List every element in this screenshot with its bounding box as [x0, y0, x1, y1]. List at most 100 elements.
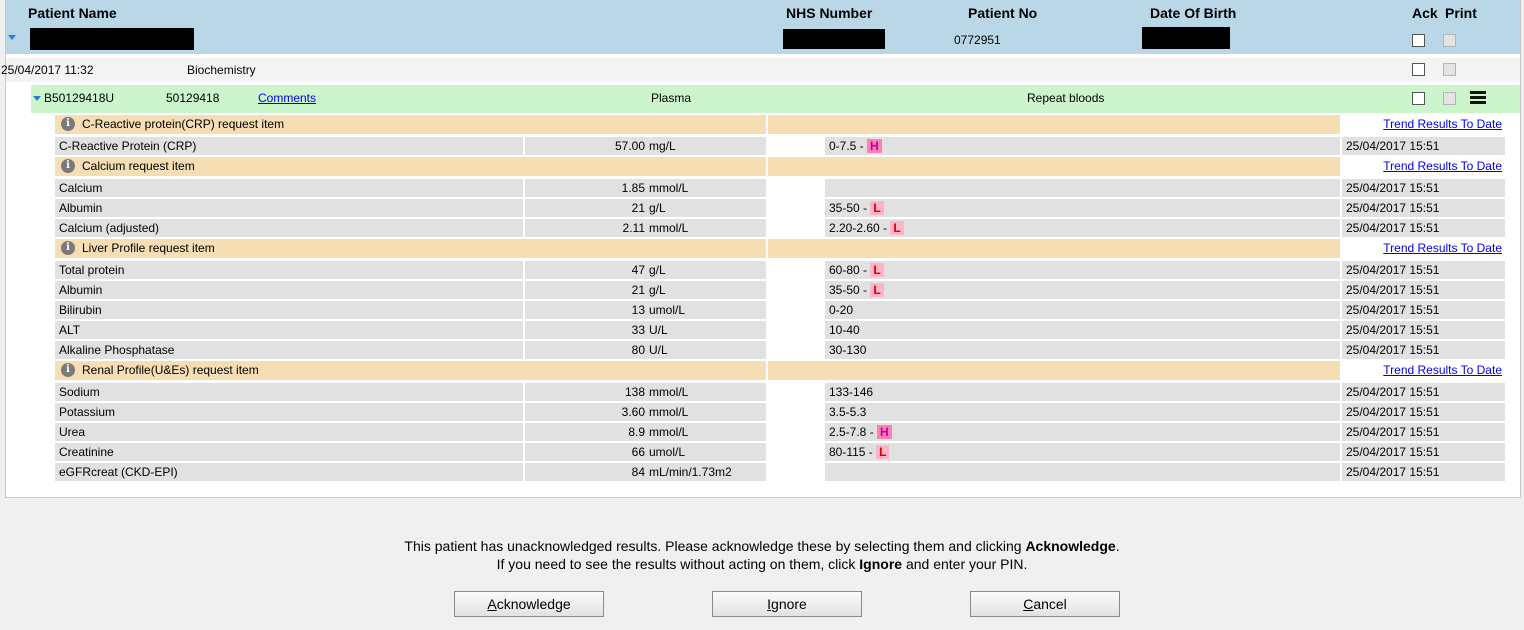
result-datetime: 25/04/2017 15:51: [1342, 261, 1505, 279]
print-checkbox-episode[interactable]: [1443, 63, 1456, 76]
request-item-label: Calcium request item: [82, 159, 195, 173]
ack-checkbox-patient[interactable]: [1412, 34, 1425, 47]
value-number: 66: [631, 445, 645, 459]
result-row: Urea 8.9 mmol/L 2.5-7.8 - H 25/04/2017 15:51: [6, 422, 1520, 442]
test-name: C-Reactive Protein (CRP): [55, 137, 523, 155]
episode-datetime: 25/04/2017 11:32: [1, 63, 94, 77]
high-flag: H: [867, 139, 882, 153]
reference-range-text: 133-146: [829, 385, 874, 399]
test-name: eGFRcreat (CKD-EPI): [55, 463, 523, 481]
specimen-number: 50129418: [166, 91, 220, 105]
reference-range-text: 80-115 -: [829, 445, 877, 459]
test-name: Total protein: [55, 261, 523, 279]
trend-results-link-text[interactable]: Trend Results To Date: [1383, 363, 1502, 377]
reference-range-text: 3.5-5.3: [829, 405, 867, 419]
trend-results-link-text[interactable]: Trend Results To Date: [1383, 159, 1502, 173]
result-datetime: 25/04/2017 15:51: [1342, 463, 1505, 481]
collapse-triangle-icon[interactable]: [33, 96, 41, 101]
test-name: Urea: [55, 423, 523, 441]
reference-range: [825, 179, 1340, 197]
info-icon[interactable]: i: [61, 159, 75, 173]
request-item-title: i Renal Profile(U&Es) request item: [55, 361, 766, 380]
ignore-button[interactable]: Ignore: [712, 591, 862, 617]
result-row: Sodium 138 mmol/L 133-146 25/04/2017 15:51: [6, 382, 1520, 402]
result-row: Alkaline Phosphatase 80 U/L 30-130 25/04/201…: [6, 340, 1520, 360]
result-row: Albumin 21 g/L 35-50 - L 25/04/2017 15:51: [6, 198, 1520, 218]
result-value: 33 U/L: [525, 321, 766, 339]
patient-no-value: 0772951: [954, 33, 1001, 47]
value-number: 80: [631, 343, 645, 357]
request-item-label: Renal Profile(U&Es) request item: [82, 363, 259, 377]
menu-icon[interactable]: [1470, 91, 1486, 105]
cancel-button[interactable]: Cancel: [970, 591, 1120, 617]
info-icon[interactable]: i: [61, 363, 75, 377]
value-number: 3.60: [621, 405, 645, 419]
test-name: Albumin: [55, 199, 523, 217]
result-datetime: 25/04/2017 15:51: [1342, 383, 1505, 401]
patient-name-label: Patient Name: [28, 5, 117, 21]
trend-results-link[interactable]: Trend Results To Date: [1342, 239, 1506, 258]
request-item-row: i Calcium request item Trend Results To Da…: [6, 156, 1520, 178]
result-row: Bilirubin 13 umol/L 0-20 25/04/2017 15:51: [6, 300, 1520, 320]
redacted-nhs-number: [783, 29, 885, 49]
result-datetime: 25/04/2017 15:51: [1342, 137, 1505, 155]
low-flag: L: [870, 263, 884, 277]
info-icon[interactable]: i: [61, 241, 75, 255]
info-icon[interactable]: i: [61, 117, 75, 131]
low-flag: L: [890, 221, 904, 235]
value-unit: g/L: [649, 283, 666, 297]
result-row: Creatinine 66 umol/L 80-115 - L 25/04/2017 1…: [6, 442, 1520, 462]
print-checkbox-specimen[interactable]: [1443, 92, 1456, 105]
result-value: 47 g/L: [525, 261, 766, 279]
reference-range: 60-80 - L: [825, 261, 1340, 279]
trend-results-link-text[interactable]: Trend Results To Date: [1383, 241, 1502, 255]
test-name: Potassium: [55, 403, 523, 421]
trend-results-link[interactable]: Trend Results To Date: [1342, 157, 1506, 176]
value-unit: mmol/L: [649, 221, 689, 235]
result-row: Total protein 47 g/L 60-80 - L 25/04/2017 15…: [6, 260, 1520, 280]
low-flag: L: [876, 445, 890, 459]
value-number: 138: [624, 385, 645, 399]
test-name: Albumin: [55, 281, 523, 299]
ack-checkbox-specimen[interactable]: [1412, 92, 1425, 105]
test-name: Calcium: [55, 179, 523, 197]
value-number: 2.11: [622, 221, 645, 235]
trend-results-link[interactable]: Trend Results To Date: [1342, 115, 1506, 134]
result-row: ALT 33 U/L 10-40 25/04/2017 15:51: [6, 320, 1520, 340]
low-flag: L: [870, 201, 884, 215]
comments-link[interactable]: Comments: [258, 91, 316, 105]
redacted-patient-name: [30, 28, 194, 50]
ack-checkbox-episode[interactable]: [1412, 63, 1425, 76]
test-name: Bilirubin: [55, 301, 523, 319]
trend-results-link-text[interactable]: Trend Results To Date: [1383, 117, 1502, 131]
results-panel: Patient Name NHS Number Patient No Date …: [1, 0, 1521, 498]
test-name: Creatinine: [55, 443, 523, 461]
result-row: Calcium (adjusted) 2.11 mmol/L 2.20-2.60 - …: [6, 218, 1520, 238]
result-row: C-Reactive Protein (CRP) 57.00 mg/L 0-7.5 -…: [6, 136, 1520, 156]
message-line-1: This patient has unacknowledged results.…: [404, 538, 1120, 554]
print-checkbox-patient[interactable]: [1443, 34, 1456, 47]
request-item-label: C-Reactive protein(CRP) request item: [82, 117, 285, 131]
reference-range: 10-40: [825, 321, 1340, 339]
result-value: 21 g/L: [525, 281, 766, 299]
result-datetime: 25/04/2017 15:51: [1342, 179, 1505, 197]
reference-range-text: 0-7.5 -: [829, 139, 868, 153]
result-row: eGFRcreat (CKD-EPI) 84 mL/min/1.73m2 25/04/…: [6, 462, 1520, 482]
acknowledge-button[interactable]: Acknowledge: [454, 591, 604, 617]
test-name: ALT: [55, 321, 523, 339]
result-datetime: 25/04/2017 15:51: [1342, 341, 1505, 359]
reference-range-text: 35-50 -: [829, 283, 871, 297]
value-unit: g/L: [649, 201, 666, 215]
request-item-title: i Calcium request item: [55, 157, 766, 176]
trend-results-link[interactable]: Trend Results To Date: [1342, 361, 1506, 380]
reference-range: 80-115 - L: [825, 443, 1340, 461]
expand-triangle-icon[interactable]: [8, 35, 16, 40]
result-value: 66 umol/L: [525, 443, 766, 461]
value-number: 33: [631, 323, 645, 337]
result-value: 57.00 mg/L: [525, 137, 766, 155]
result-value: 1.85 mmol/L: [525, 179, 766, 197]
low-flag: L: [870, 283, 884, 297]
value-unit: mmol/L: [649, 405, 689, 419]
value-unit: mmol/L: [649, 385, 689, 399]
patient-header: Patient Name NHS Number Patient No Date …: [6, 0, 1520, 54]
